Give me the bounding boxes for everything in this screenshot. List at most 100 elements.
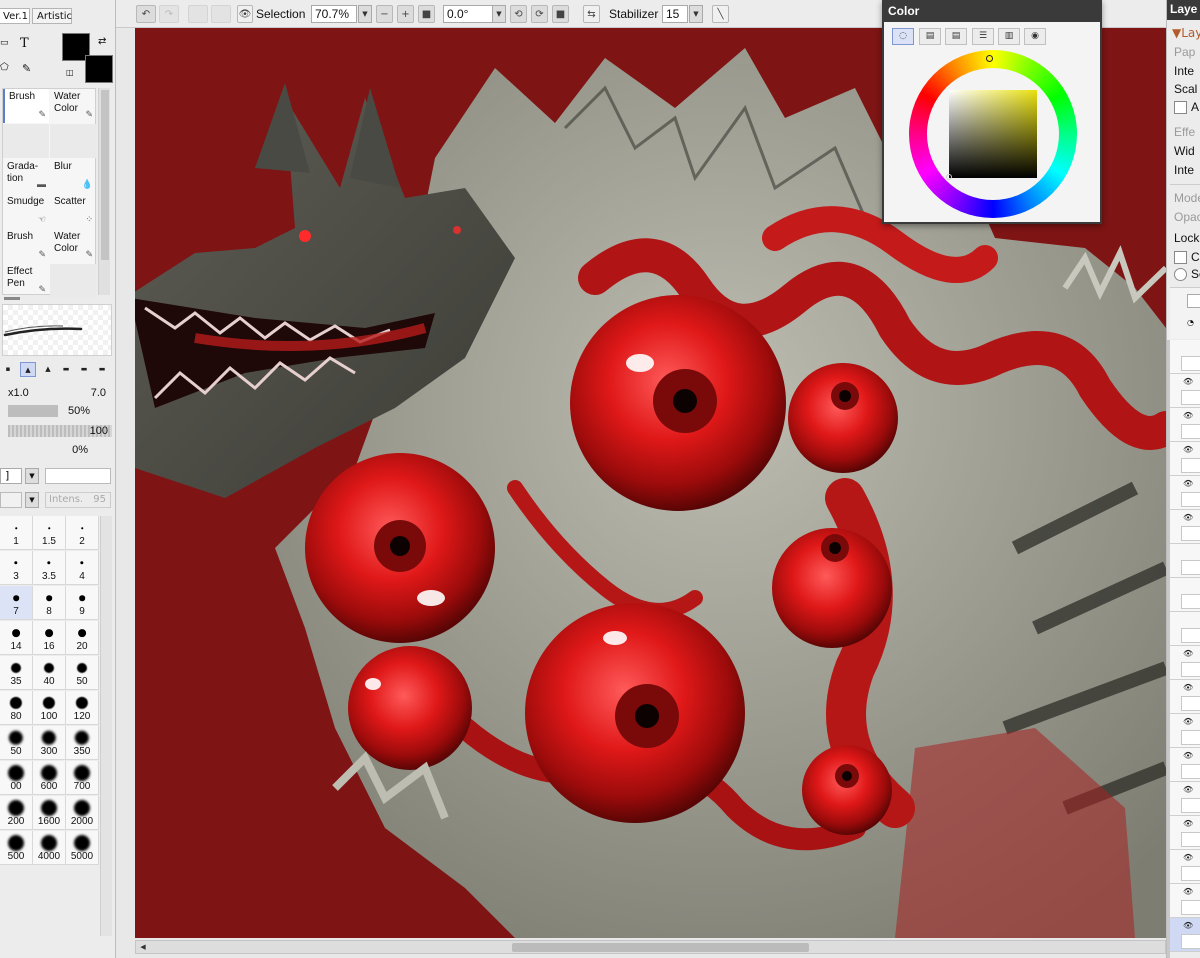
sv-marker[interactable] <box>946 174 952 180</box>
brush-size-cell[interactable]: 350 <box>66 726 99 760</box>
new-layer-button[interactable] <box>1187 294 1200 308</box>
layer-visibility-eye-icon[interactable]: 👁 <box>1183 377 1193 386</box>
brush-size-cell[interactable]: 700 <box>66 761 99 795</box>
shape-flat[interactable]: ▬ <box>76 362 92 377</box>
brush-size-cell[interactable]: 1 <box>0 516 33 550</box>
brush-size-cell[interactable]: 3 <box>0 551 33 585</box>
layer-row[interactable]: 👁 <box>1170 782 1200 816</box>
stabilizer-dropdown[interactable]: ▼ <box>689 5 703 23</box>
layer-visibility-eye-icon[interactable]: 👁 <box>1183 411 1193 420</box>
rgb-slider-tab[interactable]: ▤ <box>919 28 941 45</box>
hue-ring[interactable] <box>909 50 1077 218</box>
swatches-tab[interactable]: ◉ <box>1024 28 1046 45</box>
layer-row[interactable]: 👁 <box>1170 510 1200 544</box>
scroll-thumb[interactable] <box>512 943 809 952</box>
zoom-field[interactable]: 70.7% <box>311 5 357 23</box>
zoom-reset-button[interactable]: ■ <box>418 5 435 23</box>
layer-visibility-eye-icon[interactable]: 👁 <box>1183 751 1193 760</box>
layer-row[interactable]: 👁 <box>1170 918 1200 952</box>
layer-visibility-eye-icon[interactable]: 👁 <box>1183 785 1193 794</box>
tool-brush-2[interactable]: Brush ✎ <box>3 229 49 263</box>
shape-triangle[interactable]: ▲ <box>20 362 36 377</box>
brush-size-cell[interactable]: 80 <box>0 691 33 725</box>
layer-visibility-eye-icon[interactable]: 👁 <box>1183 717 1193 726</box>
layer-row[interactable]: 👁 <box>1170 850 1200 884</box>
selection-source-radio[interactable] <box>1174 268 1187 281</box>
layer-row[interactable]: 👁 <box>1170 680 1200 714</box>
brush-size-cell[interactable]: 16 <box>33 621 66 655</box>
layer-row[interactable] <box>1170 340 1200 374</box>
paper-option-checkbox[interactable] <box>1174 101 1187 114</box>
flip-icon[interactable]: ⇆ <box>583 5 600 23</box>
intensity-field[interactable]: Intens. 95 <box>45 492 111 508</box>
brush-size-cell[interactable]: 1.5 <box>33 516 66 550</box>
brush-size-cell[interactable]: 4000 <box>33 831 66 865</box>
saturation-value-square[interactable] <box>946 90 1037 180</box>
layer-visibility-eye-icon[interactable]: 👁 <box>1183 921 1193 930</box>
zoom-in-button[interactable]: + <box>397 5 414 23</box>
brush-size-cell[interactable]: 120 <box>66 691 99 725</box>
layer-option-icon[interactable]: ◔ <box>1187 318 1194 327</box>
tab-ver1[interactable]: Ver.1 <box>0 8 30 24</box>
shape-square[interactable]: ▪ <box>0 362 16 377</box>
color-wheel-tab[interactable]: ◌ <box>892 28 914 45</box>
brush-size-cell[interactable]: 50 <box>66 656 99 690</box>
zoom-out-button[interactable]: − <box>376 5 393 23</box>
layer-row[interactable]: 👁 <box>1170 748 1200 782</box>
layer-visibility-eye-icon[interactable]: 👁 <box>1183 649 1193 658</box>
deselect-button[interactable] <box>188 5 208 23</box>
size-grid-scrollbar[interactable] <box>100 516 112 936</box>
size-row[interactable]: x1.0 7.0 <box>4 386 112 401</box>
line-tool-icon[interactable]: ╲ <box>712 5 729 23</box>
layer-visibility-eye-icon[interactable]: 👁 <box>1183 887 1193 896</box>
layer-visibility-eye-icon[interactable]: 👁 <box>1183 853 1193 862</box>
shape-flat-2[interactable]: ▬ <box>94 362 110 377</box>
swap-colors-icon[interactable]: ⇄ <box>98 36 106 47</box>
hue-marker[interactable] <box>986 55 993 62</box>
brush-size-cell[interactable]: 2000 <box>66 796 99 830</box>
brush-size-cell[interactable]: 500 <box>0 831 33 865</box>
layer-visibility-eye-icon[interactable]: 👁 <box>1183 819 1193 828</box>
blending-row[interactable]: 0% <box>4 443 112 458</box>
mixer-tab[interactable]: ▥ <box>998 28 1020 45</box>
tool-grid-scrollbar[interactable] <box>98 88 110 295</box>
brush-size-cell[interactable]: 50 <box>0 726 33 760</box>
brush-size-cell[interactable]: 40 <box>33 656 66 690</box>
tool-effect-pen[interactable]: Effect Pen ✎ <box>3 264 49 298</box>
layer-visibility-eye-icon[interactable]: 👁 <box>1183 479 1193 488</box>
layer-section-header[interactable]: ▼Lay <box>1172 26 1200 40</box>
brush-size-cell[interactable]: 5000 <box>66 831 99 865</box>
layer-visibility-eye-icon[interactable]: 👁 <box>1183 513 1193 522</box>
brush-size-cell[interactable]: 00 <box>0 761 33 795</box>
layer-row[interactable]: 👁 <box>1170 714 1200 748</box>
layer-row[interactable] <box>1170 544 1200 578</box>
tool-smudge[interactable]: Smudge ☜ <box>3 194 49 228</box>
scroll-thumb[interactable] <box>101 90 109 260</box>
layer-row[interactable]: 👁 <box>1170 442 1200 476</box>
brush-size-cell[interactable]: 20 <box>66 621 99 655</box>
grayscale-tab[interactable]: ☰ <box>972 28 994 45</box>
clipping-checkbox[interactable] <box>1174 251 1187 264</box>
undo-button[interactable]: ↶ <box>136 5 156 23</box>
hsv-slider-tab[interactable]: ▤ <box>945 28 967 45</box>
rotation-dropdown[interactable]: ▼ <box>492 5 506 23</box>
scroll-left-icon[interactable]: ◀ <box>137 942 149 953</box>
brush-size-cell[interactable]: 1600 <box>33 796 66 830</box>
brush-size-cell[interactable]: 300 <box>33 726 66 760</box>
tool-blur[interactable]: Blur 💧 <box>50 159 96 193</box>
brush-size-cell[interactable]: 4 <box>66 551 99 585</box>
tool-gradation[interactable]: Grada-tion ▬ <box>3 159 49 193</box>
tool-scatter[interactable]: Scatter ⁘ <box>50 194 96 228</box>
min-size-row[interactable]: 50% <box>4 404 112 419</box>
effect-field[interactable] <box>0 492 22 508</box>
rotation-reset-button[interactable]: ■ <box>552 5 569 23</box>
brush-size-cell[interactable]: 100 <box>33 691 66 725</box>
brush-size-cell[interactable]: 2 <box>66 516 99 550</box>
tool-watercolor-2[interactable]: Water Color ✎ <box>50 229 96 263</box>
shape-half[interactable]: ▲ <box>40 362 56 377</box>
layer-visibility-eye-icon[interactable]: 👁 <box>1183 683 1193 692</box>
layer-row[interactable]: 👁 <box>1170 646 1200 680</box>
text-tool-icon[interactable]: T <box>20 36 29 51</box>
eye-icon[interactable]: 👁 <box>237 5 253 23</box>
shape-half-2[interactable]: ▬ <box>58 362 74 377</box>
